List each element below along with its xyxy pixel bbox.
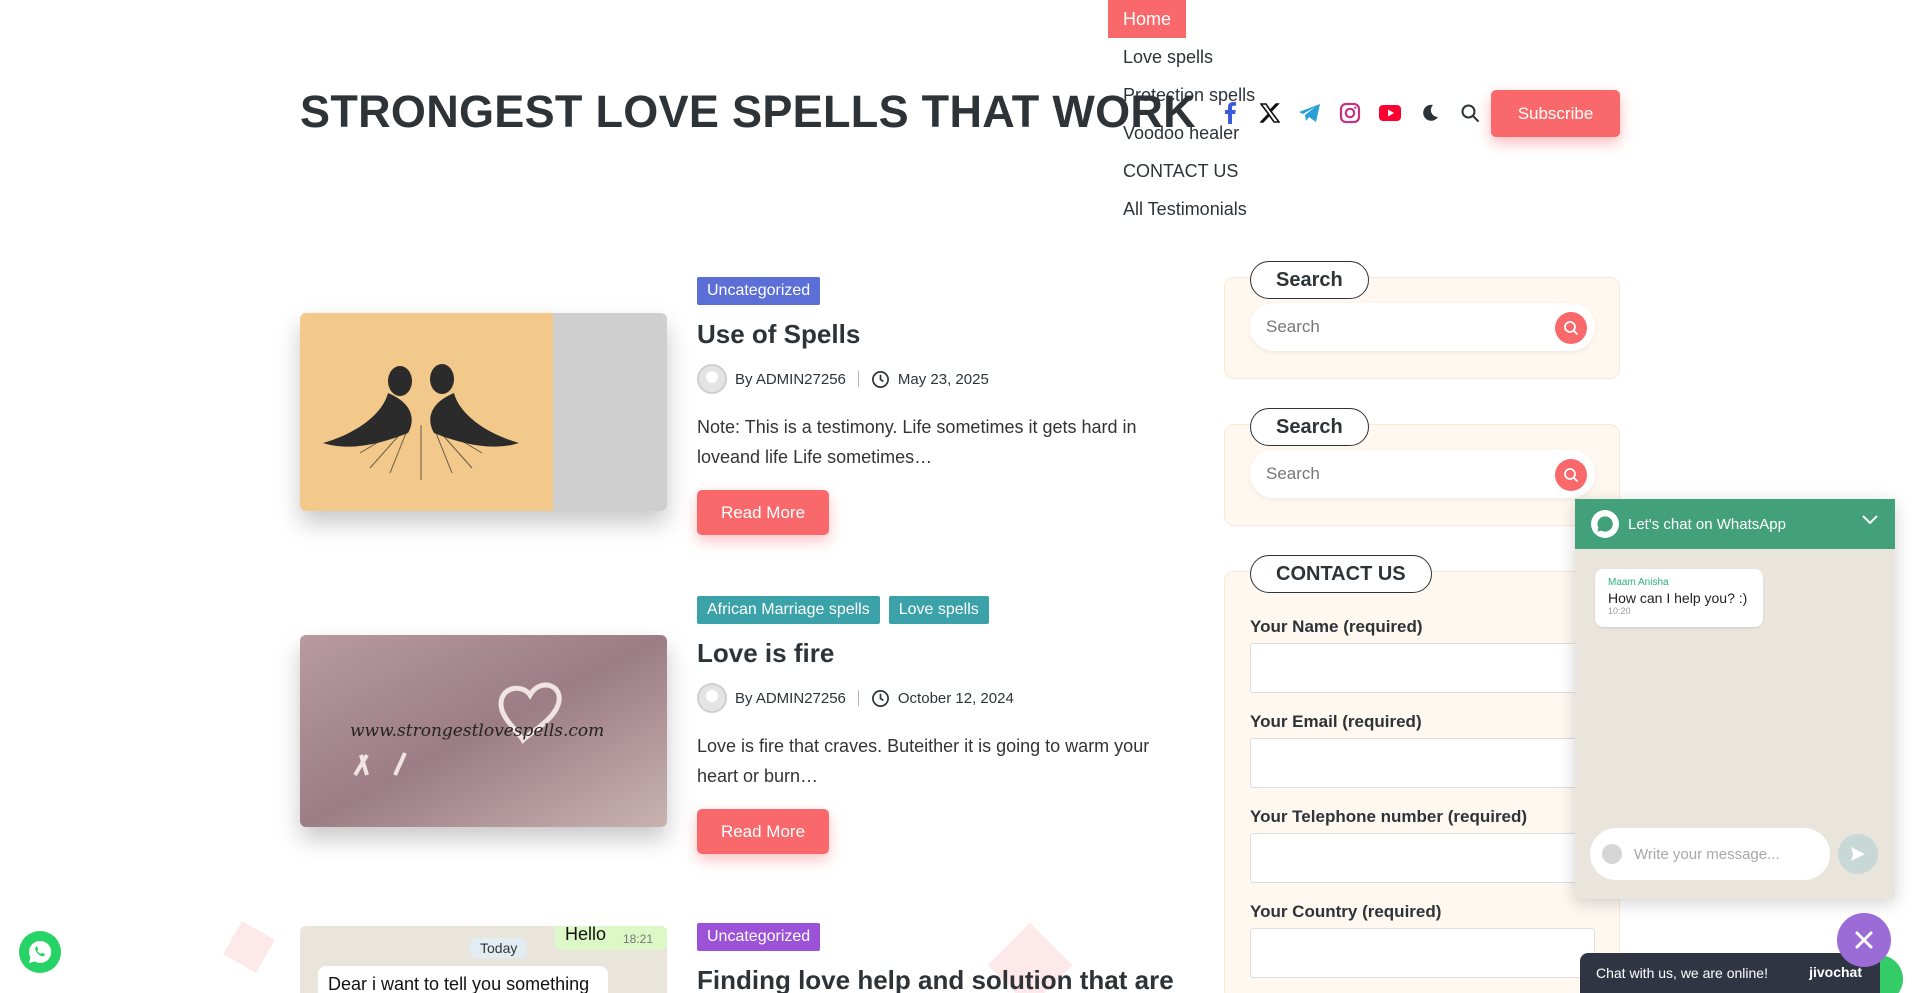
post-thumbnail[interactable]: Today Hello 18:21 Dear i want to tell yo… — [300, 926, 667, 993]
search-icon — [1564, 468, 1578, 482]
widget-title: CONTACT US — [1250, 555, 1432, 593]
youtube-icon[interactable] — [1370, 100, 1410, 126]
post-thumbnail[interactable] — [300, 313, 667, 511]
email-field[interactable] — [1250, 738, 1595, 788]
search-widget: Search — [1224, 408, 1620, 526]
chat-date-pill: Today — [470, 938, 528, 958]
subscribe-button[interactable]: Subscribe — [1491, 90, 1620, 137]
post-excerpt: Note: This is a testimony. Life sometime… — [697, 417, 1137, 467]
search-widget: Search — [1224, 261, 1620, 379]
avatar — [697, 364, 727, 394]
decorative-shape — [223, 921, 275, 973]
search-submit-button[interactable] — [1555, 459, 1587, 491]
site-title[interactable]: STRONGEST LOVE SPELLS THAT WORK — [300, 86, 1196, 138]
nav-all-testimonials[interactable]: All Testimonials — [1108, 190, 1270, 228]
post-title[interactable]: Finding love help and solution that are — [697, 965, 1177, 993]
clock-icon — [871, 370, 889, 388]
category-badge[interactable]: Uncategorized — [697, 277, 821, 305]
chat-message-bubble: Maam Anisha How can I help you? :) 10:20 — [1595, 569, 1763, 627]
post-date: October 12, 2024 — [897, 689, 1014, 707]
chat-time: 10:20 — [1608, 606, 1631, 616]
country-field[interactable] — [1250, 928, 1595, 978]
nav-love-spells[interactable]: Love spells — [1108, 38, 1270, 76]
jivochat-logo: jivochat — [1809, 964, 1862, 980]
post-title[interactable]: Use of Spells — [697, 319, 1177, 350]
whatsapp-message-input[interactable]: Write your message... — [1590, 828, 1830, 880]
emoji-icon[interactable] — [1602, 844, 1622, 864]
whatsapp-icon — [1591, 510, 1619, 538]
dark-mode-icon[interactable] — [1410, 100, 1450, 126]
name-field[interactable] — [1250, 643, 1595, 693]
telegram-icon[interactable] — [1290, 100, 1330, 126]
search-box — [1250, 303, 1595, 351]
post-author[interactable]: By ADMIN27256 — [735, 371, 846, 388]
social-icons — [1210, 100, 1490, 126]
chevron-down-icon[interactable] — [1861, 514, 1879, 526]
search-input[interactable] — [1266, 317, 1546, 337]
field-label: Your Telephone number (required) — [1250, 807, 1528, 826]
whatsapp-chat-header[interactable]: Let's chat on WhatsApp — [1575, 499, 1895, 549]
avatar — [697, 683, 727, 713]
chat-message: How can I help you? :) — [1608, 590, 1748, 606]
whatsapp-float-button[interactable] — [19, 931, 61, 973]
send-button[interactable] — [1838, 834, 1878, 874]
post-date: May 23, 2025 — [897, 370, 989, 388]
facebook-icon[interactable] — [1210, 100, 1250, 126]
search-submit-button[interactable] — [1555, 312, 1587, 344]
telephone-field[interactable] — [1250, 833, 1595, 883]
whatsapp-header-text: Let's chat on WhatsApp — [1628, 515, 1786, 533]
chat-bubble-in: Dear i want to tell you something — [318, 966, 608, 993]
jivochat-bar[interactable]: Chat with us, we are online! jivochat — [1580, 953, 1880, 993]
whatsapp-icon — [29, 940, 52, 963]
chat-bubble-out: Hello 18:21 — [555, 926, 667, 950]
clock-icon — [871, 689, 889, 707]
post-excerpt: Love is fire that craves. Buteither it i… — [697, 736, 1150, 786]
chat-sender: Maam Anisha — [1608, 577, 1669, 588]
x-icon[interactable] — [1250, 100, 1290, 126]
jivochat-status: Chat with us, we are online! — [1596, 965, 1768, 981]
search-icon[interactable] — [1450, 100, 1490, 126]
send-icon — [1851, 847, 1865, 861]
close-icon — [1855, 931, 1873, 949]
read-more-button[interactable]: Read More — [697, 809, 829, 854]
nav-contact-us[interactable]: CONTACT US — [1108, 152, 1270, 190]
instagram-icon[interactable] — [1330, 100, 1370, 126]
nav-home[interactable]: Home — [1108, 0, 1187, 38]
chat-time: 18:21 — [623, 932, 654, 946]
search-icon — [1564, 321, 1578, 335]
whatsapp-chat-panel: Let's chat on WhatsApp Maam Anisha How c… — [1575, 499, 1895, 899]
read-more-button[interactable]: Read More — [697, 490, 829, 535]
field-label: Your Country (required) — [1250, 902, 1442, 921]
field-label: Your Email (required) — [1250, 712, 1422, 731]
search-box — [1250, 450, 1595, 498]
widget-title: Search — [1250, 261, 1369, 299]
contact-widget: CONTACT US Your Name (required) Your Ema… — [1224, 555, 1620, 993]
meta-divider — [857, 371, 859, 387]
chat-text: Hello — [565, 926, 607, 944]
search-input[interactable] — [1266, 464, 1546, 484]
field-label: Your Name (required) — [1250, 617, 1423, 636]
widget-title: Search — [1250, 408, 1369, 446]
category-badge[interactable]: Uncategorized — [697, 923, 821, 951]
category-badge[interactable]: Love spells — [888, 596, 989, 624]
post-title[interactable]: Love is fire — [697, 638, 1177, 669]
meta-divider — [857, 690, 859, 706]
message-placeholder: Write your message... — [1634, 845, 1780, 863]
category-badge[interactable]: African Marriage spells — [697, 596, 880, 624]
post-author[interactable]: By ADMIN27256 — [735, 690, 846, 707]
thumbnail-watermark: www.strongestlovespells.com — [350, 721, 605, 741]
post-thumbnail[interactable]: www.strongestlovespells.com — [300, 635, 667, 827]
close-chat-button[interactable] — [1837, 913, 1891, 967]
